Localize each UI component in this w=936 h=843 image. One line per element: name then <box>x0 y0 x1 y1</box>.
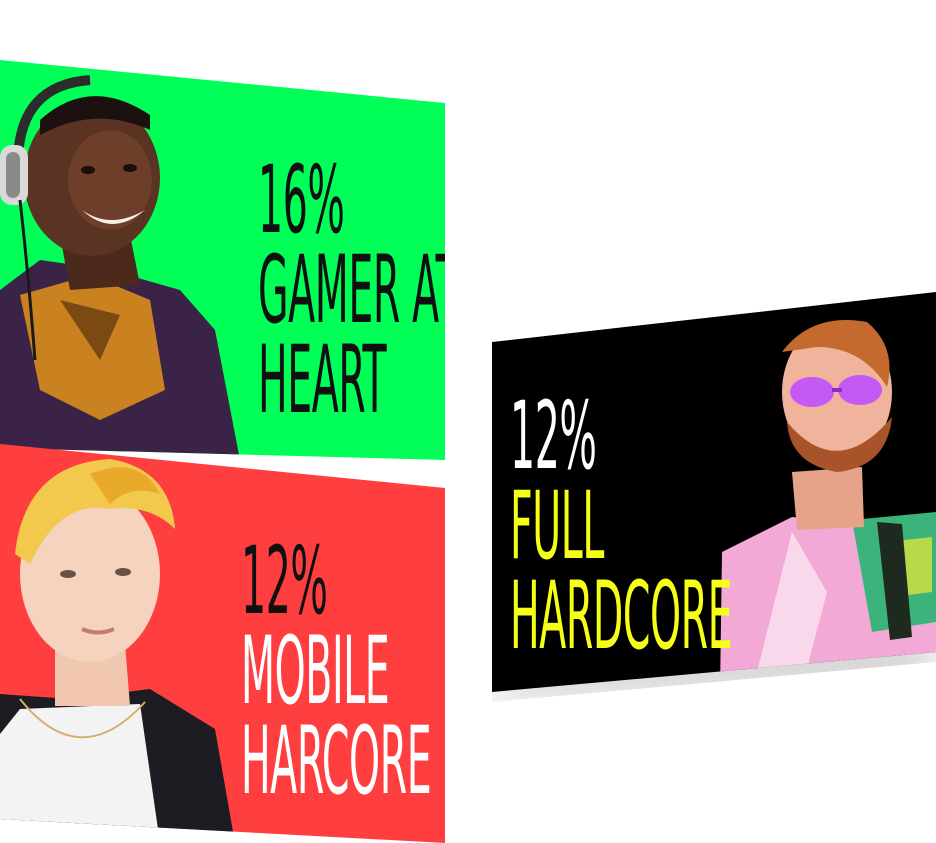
stat-label-line2: HARDCORE <box>510 562 733 672</box>
stat-label-line1: FULL <box>510 472 604 582</box>
stat-percent: 12% <box>510 382 597 491</box>
stat-block-full-hardcore: 12% FULL HARDCORE <box>510 382 733 672</box>
